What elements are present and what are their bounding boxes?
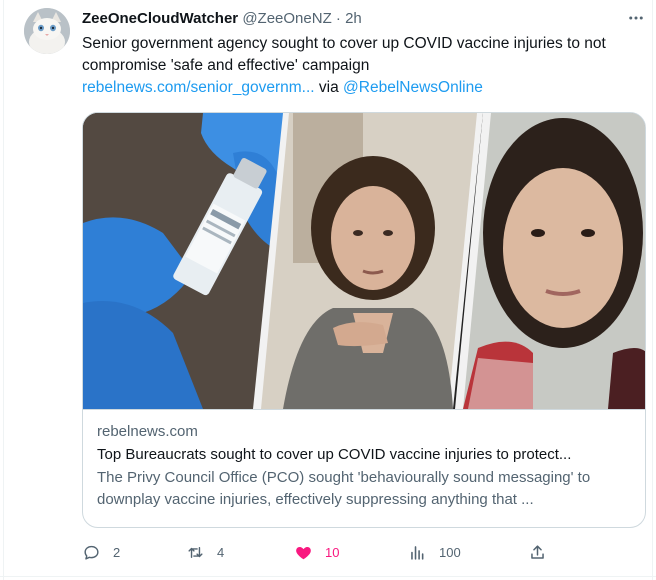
- reply-icon: [84, 545, 99, 560]
- timeline-border-left: [3, 0, 4, 580]
- article-link[interactable]: rebelnews.com/senior_governm...: [82, 79, 315, 96]
- retweet-button[interactable]: 4: [186, 540, 224, 564]
- card-title: Top Bureaucrats sought to cover up COVID…: [97, 446, 572, 463]
- reply-button[interactable]: 2: [82, 540, 120, 564]
- link-preview-card[interactable]: rebelnews.com Top Bureaucrats sought to …: [82, 112, 646, 528]
- share-button[interactable]: [528, 540, 547, 564]
- tweet-body: Senior government agency sought to cover…: [82, 35, 606, 74]
- tweet-timestamp[interactable]: 2h: [345, 10, 362, 27]
- card-photo-collage: [83, 113, 645, 409]
- more-options-button[interactable]: [624, 8, 648, 28]
- card-domain: rebelnews.com: [97, 423, 198, 440]
- card-meta[interactable]: rebelnews.com Top Bureaucrats sought to …: [83, 409, 645, 527]
- retweet-icon: [188, 546, 203, 558]
- views-icon: [411, 545, 424, 560]
- retweet-count: 4: [217, 544, 225, 560]
- author-handle[interactable]: @ZeeOneNZ: [242, 10, 331, 27]
- header-separator: ·: [335, 10, 341, 27]
- tweet-divider: [0, 576, 656, 577]
- author-avatar[interactable]: [24, 8, 70, 54]
- views-button[interactable]: 100: [408, 540, 461, 564]
- like-button[interactable]: 10: [294, 540, 339, 564]
- like-icon: [296, 546, 311, 559]
- card-image[interactable]: [83, 113, 645, 409]
- reply-count: 2: [113, 544, 121, 560]
- like-count: 10: [325, 544, 340, 560]
- share-icon: [531, 544, 544, 559]
- card-description: The Privy Council Office (PCO) sought 'b…: [97, 469, 591, 508]
- via-text: via: [314, 79, 344, 96]
- view-count: 100: [439, 544, 461, 560]
- mention-link[interactable]: @RebelNewsOnline: [343, 79, 483, 96]
- author-name[interactable]: ZeeOneCloudWatcher: [82, 10, 238, 27]
- tweet-text: Senior government agency sought to cover…: [82, 33, 642, 99]
- tweet[interactable]: ZeeOneCloudWatcher @ZeeOneNZ · 2h Senior…: [0, 0, 656, 580]
- timeline-border-right: [652, 0, 653, 580]
- tweet-actions: 2 4 10 100: [82, 540, 642, 564]
- kitten-avatar-image: [24, 8, 70, 54]
- tweet-header: ZeeOneCloudWatcher @ZeeOneNZ · 2h: [82, 9, 362, 29]
- more-icon: [629, 16, 643, 20]
